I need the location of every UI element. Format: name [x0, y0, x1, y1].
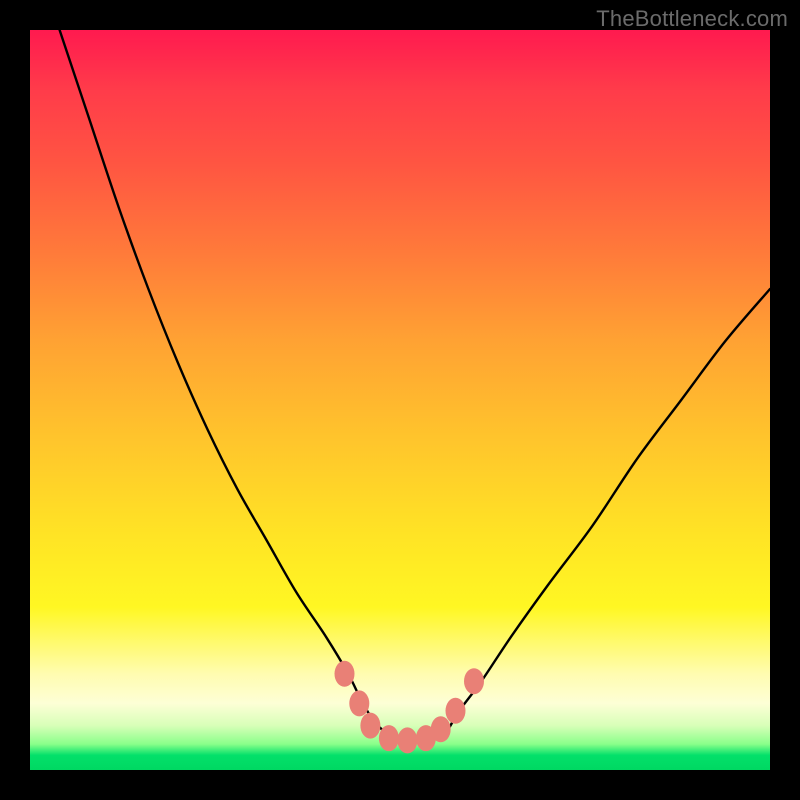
- trough-markers-group: [335, 661, 485, 754]
- trough-marker: [431, 716, 451, 742]
- trough-marker: [360, 713, 380, 739]
- chart-frame: TheBottleneck.com: [0, 0, 800, 800]
- trough-marker: [349, 690, 369, 716]
- trough-marker: [379, 725, 399, 751]
- chart-overlay: [30, 30, 770, 770]
- trough-marker: [397, 727, 417, 753]
- bottleneck-curve: [60, 30, 770, 742]
- trough-marker: [446, 698, 466, 724]
- trough-marker: [464, 668, 484, 694]
- trough-marker: [335, 661, 355, 687]
- watermark-text: TheBottleneck.com: [596, 6, 788, 32]
